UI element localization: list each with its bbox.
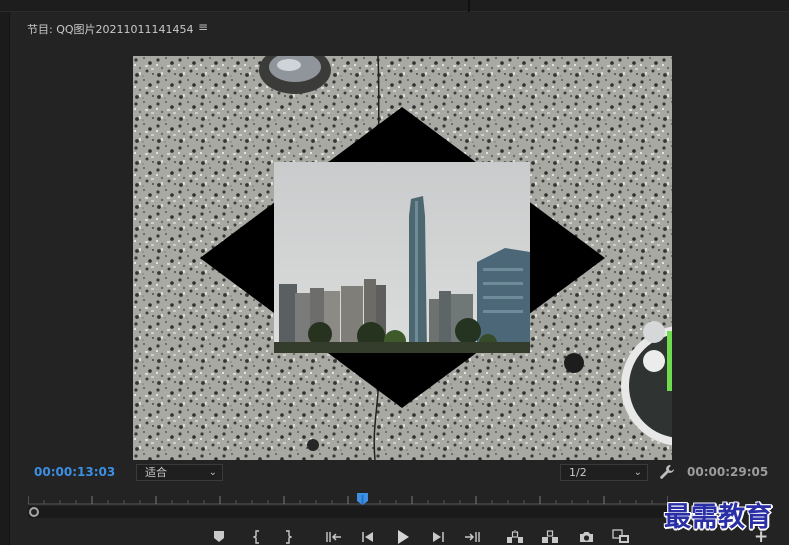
go-to-in-button[interactable] bbox=[325, 528, 343, 545]
camera-icon bbox=[579, 531, 593, 542]
zoom-scroll-handle[interactable] bbox=[29, 507, 39, 517]
program-monitor-viewer[interactable] bbox=[133, 56, 672, 460]
step-back-button[interactable] bbox=[360, 528, 376, 545]
step-forward-button[interactable] bbox=[430, 528, 446, 545]
panel-divider[interactable] bbox=[468, 0, 470, 12]
add-marker-button[interactable] bbox=[212, 528, 226, 545]
mark-in-button[interactable] bbox=[250, 528, 264, 545]
play-icon bbox=[398, 529, 409, 544]
mark-out-icon bbox=[286, 529, 292, 544]
extract-icon bbox=[542, 529, 558, 543]
play-button[interactable] bbox=[395, 528, 411, 545]
top-panel-strip bbox=[0, 0, 789, 12]
chevron-down-icon: ⌄ bbox=[633, 467, 642, 478]
program-monitor-title[interactable]: 节目: QQ图片20211011141454 bbox=[27, 21, 194, 37]
go-to-out-button[interactable] bbox=[463, 528, 481, 545]
compare-view-button[interactable] bbox=[611, 528, 631, 545]
zoom-level-select[interactable]: 适合 ⌄ bbox=[136, 464, 223, 481]
go-to-in-icon bbox=[326, 531, 341, 542]
wrench-icon[interactable] bbox=[659, 464, 675, 480]
chevron-down-icon: ⌄ bbox=[208, 467, 217, 478]
playhead[interactable] bbox=[357, 493, 368, 505]
duration-timecode: 00:00:29:05 bbox=[687, 465, 769, 479]
playback-resolution-value: 1/2 bbox=[569, 466, 587, 479]
compare-icon bbox=[612, 529, 629, 543]
mark-in-icon bbox=[253, 529, 259, 544]
watermark-logo: 最需教育 bbox=[664, 502, 772, 533]
marker-icon bbox=[214, 530, 224, 542]
step-back-icon bbox=[362, 531, 373, 542]
lift-button[interactable] bbox=[505, 528, 525, 545]
zoom-scrollbar[interactable] bbox=[28, 506, 668, 518]
zoom-level-value: 适合 bbox=[145, 466, 167, 479]
video-frame bbox=[133, 56, 672, 460]
step-forward-icon bbox=[433, 531, 444, 542]
time-ruler[interactable] bbox=[28, 491, 668, 505]
mark-out-button[interactable] bbox=[281, 528, 295, 545]
go-to-out-icon bbox=[465, 531, 480, 542]
extract-button[interactable] bbox=[540, 528, 560, 545]
hamburger-menu-icon[interactable]: ≡ bbox=[198, 20, 208, 34]
left-panel-edge bbox=[0, 12, 10, 545]
export-frame-button[interactable] bbox=[577, 528, 595, 545]
lift-icon bbox=[507, 529, 523, 543]
playback-resolution-select[interactable]: 1/2 ⌄ bbox=[560, 464, 648, 481]
current-timecode[interactable]: 00:00:13:03 bbox=[34, 465, 115, 479]
